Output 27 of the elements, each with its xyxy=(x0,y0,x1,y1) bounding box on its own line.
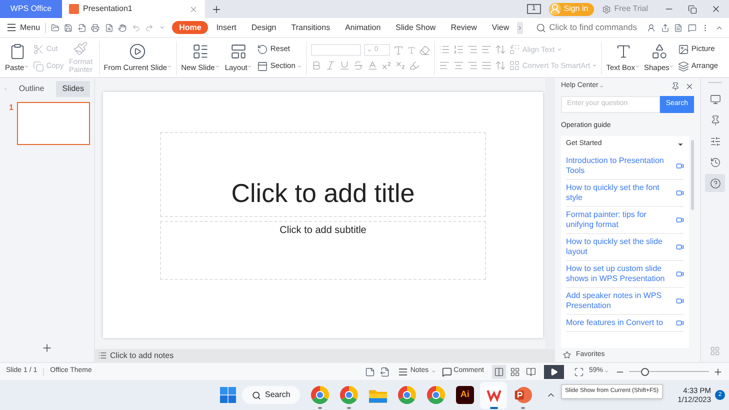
menu-button[interactable]: Menu xyxy=(6,22,40,34)
ribbon-tab[interactable]: Slide Show xyxy=(388,21,443,34)
help-article-link[interactable]: Introduction to Presentation Tools xyxy=(566,156,673,176)
help-article-link[interactable]: How to set up custom slide shows in WPS Presentation xyxy=(566,264,673,284)
title-placeholder[interactable]: Click to add title xyxy=(160,132,486,217)
ribbon-tab[interactable]: Design xyxy=(244,21,284,34)
slide-number: 1 xyxy=(9,102,14,114)
document-tab[interactable]: Presentation1 xyxy=(62,0,205,18)
taskbar-app[interactable]: Ai xyxy=(451,382,478,408)
subtitle-placeholder[interactable]: Click to add subtitle xyxy=(160,221,486,280)
help-article-link[interactable]: More features in Convert to xyxy=(566,318,673,328)
taskbar-search[interactable]: Search xyxy=(242,386,300,404)
panel-tab[interactable]: Outline xyxy=(12,81,50,97)
notes-bar[interactable]: Click to add notes xyxy=(95,349,555,362)
ribbon-tab[interactable]: Animation xyxy=(338,21,388,34)
help-article-link[interactable]: Add speaker notes in WPS Presentation xyxy=(566,290,673,310)
ribbon-tab[interactable]: Review xyxy=(444,21,484,34)
panel-tab[interactable]: Slides xyxy=(56,81,90,97)
app-tab[interactable]: WPS Office xyxy=(0,0,62,18)
ribbon-tab[interactable]: Transitions xyxy=(284,21,338,34)
help-article-link[interactable]: Format painter: tips for unifying format xyxy=(566,210,673,230)
help-article-link[interactable]: How to quickly set the slide layout xyxy=(566,236,673,256)
ribbon-tab[interactable]: Insert xyxy=(209,21,244,34)
help-article-link[interactable]: How to quickly set the font style xyxy=(566,182,673,202)
ribbon-tab[interactable]: View xyxy=(484,21,516,34)
illustrator-icon: Ai xyxy=(456,386,474,404)
command-search[interactable]: Click to find commands xyxy=(536,21,637,34)
